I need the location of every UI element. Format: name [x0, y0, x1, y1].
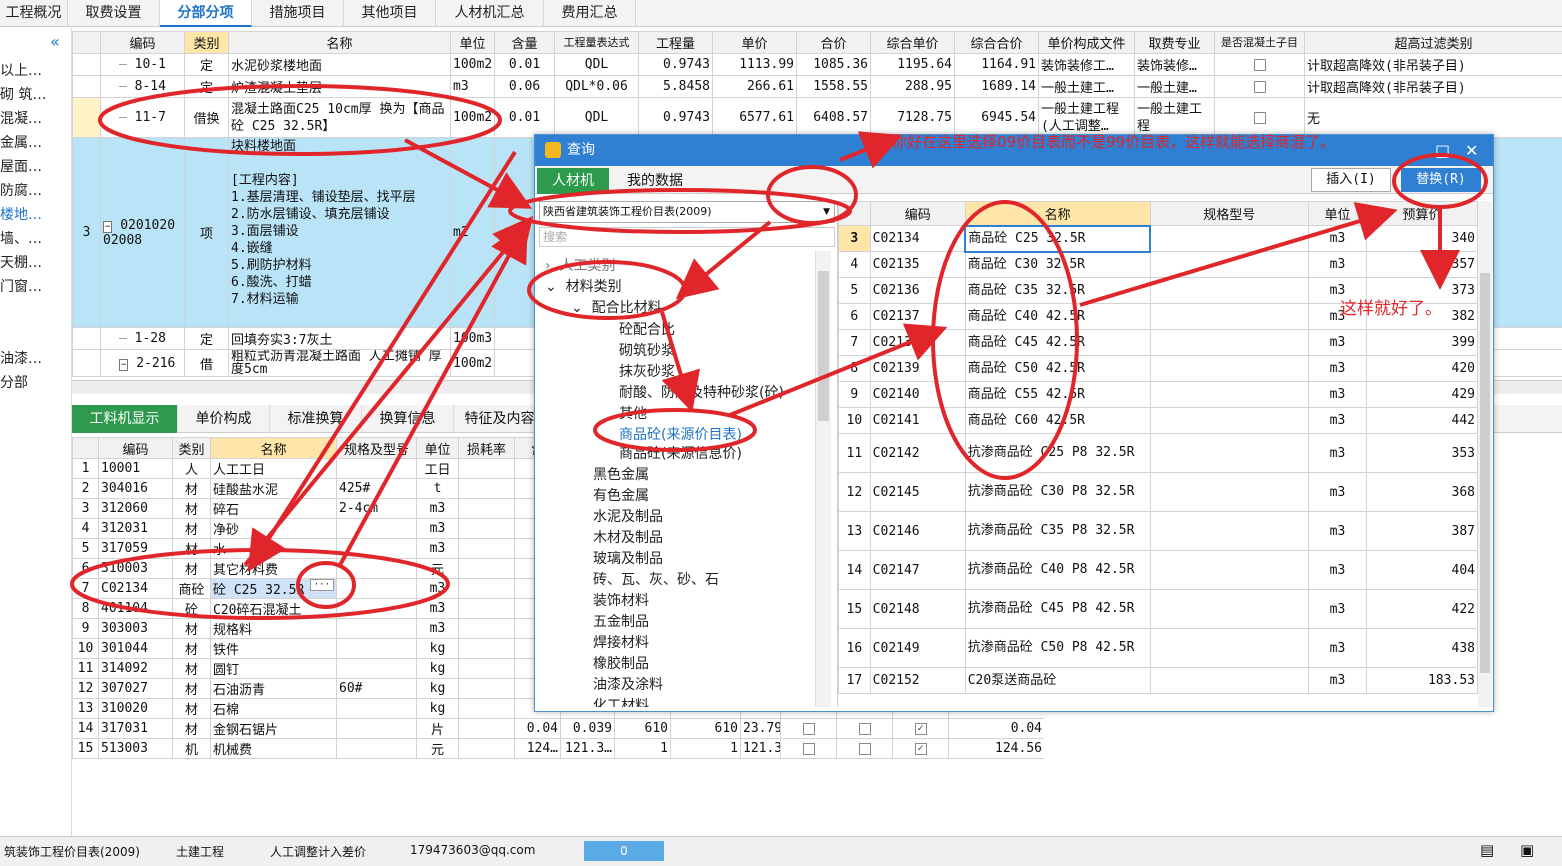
annotation-arrow — [839, 131, 903, 169]
annotation-circle — [508, 188, 852, 234]
annotation-right-note: 这样就好了。 — [1340, 299, 1442, 319]
annotation-top-note: 你好在这里选择09价目表而不是99价目表，这样就能选择商混了。 — [892, 133, 1336, 151]
annotation-arrow — [660, 311, 700, 413]
annotation-circle — [98, 84, 502, 156]
annotation-circle — [70, 548, 450, 620]
annotation-arrow — [338, 220, 528, 566]
annotation-circle — [527, 260, 687, 320]
annotation-arrow — [1079, 202, 1398, 307]
annotation-arrow — [247, 150, 517, 572]
annotation-arrow — [729, 323, 948, 417]
annotation-overlay — [70, 84, 1488, 620]
annotation-circle — [1392, 153, 1488, 209]
annotation-arrow — [243, 215, 534, 567]
annotation-circle — [296, 561, 356, 609]
annotation-circle — [931, 200, 1079, 480]
annotation-arrow — [404, 138, 533, 209]
